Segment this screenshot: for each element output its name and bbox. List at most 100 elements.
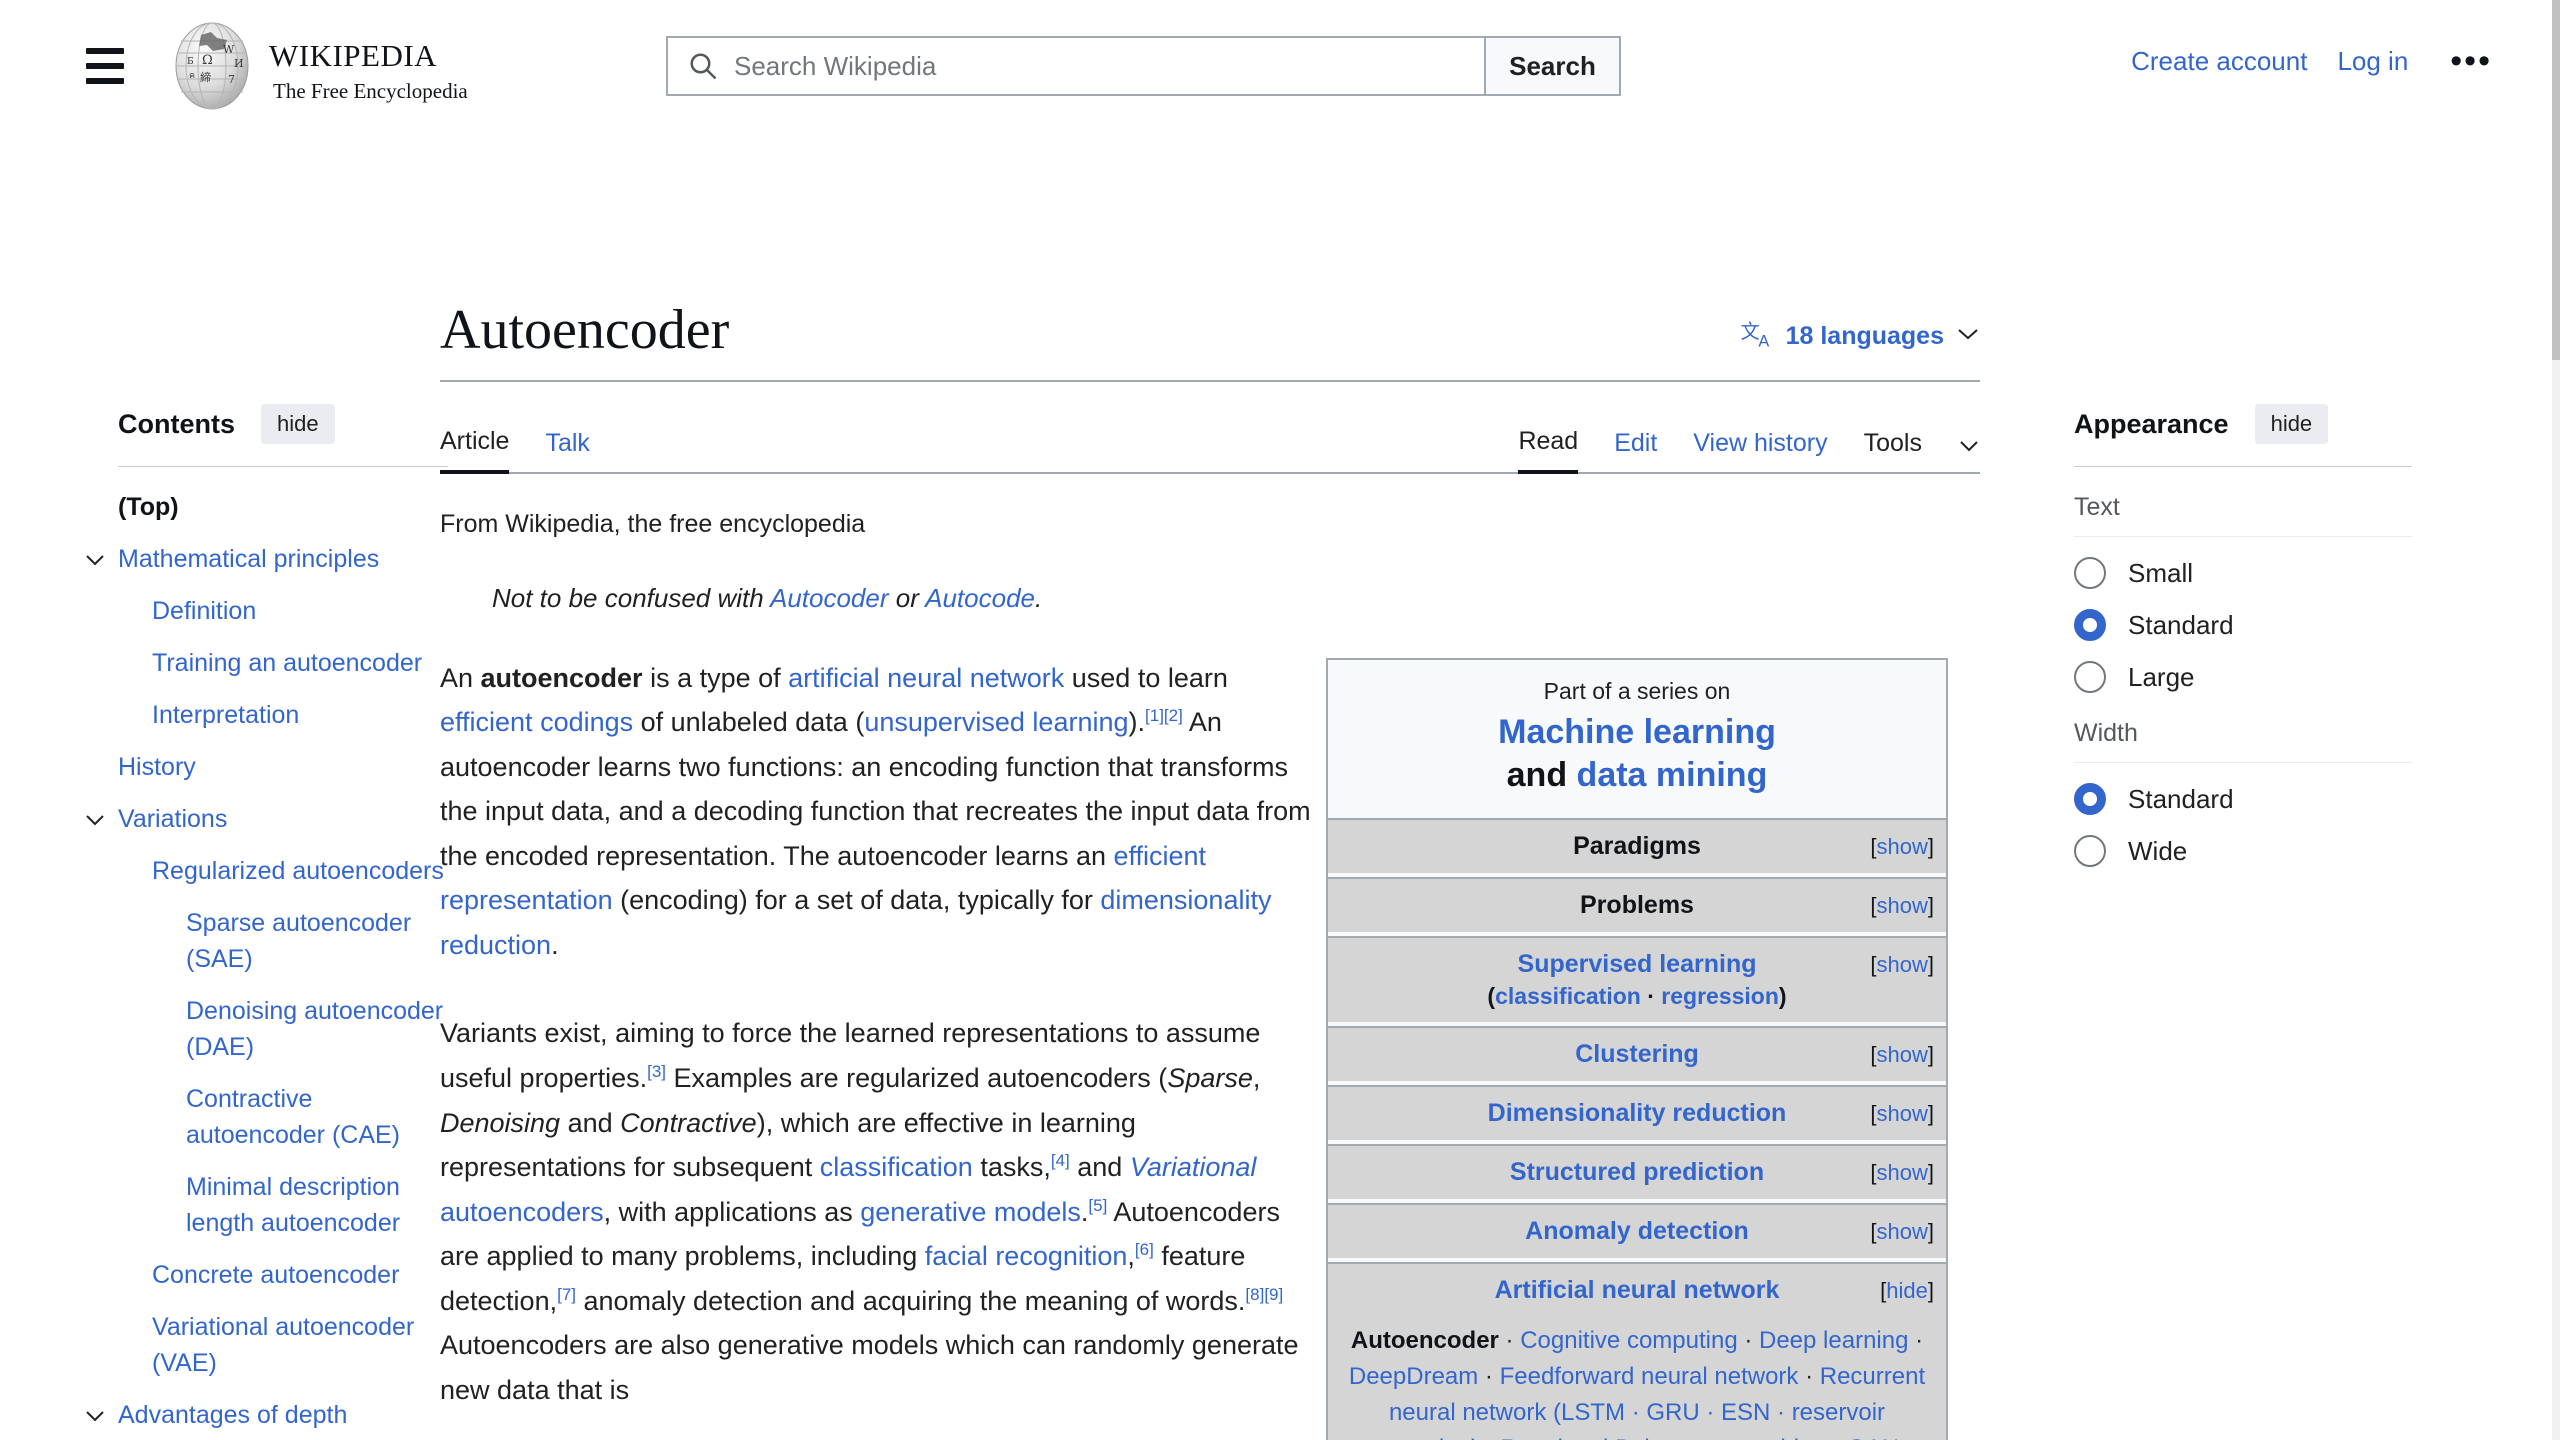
infobox-toggle-clustering[interactable]: [show] [1870, 1042, 1934, 1068]
toc-item-interpretation[interactable]: Interpretation [152, 697, 458, 733]
radio-width-wide[interactable]: Wide [2074, 835, 2400, 867]
toc-item-mathematical-principles[interactable]: Mathematical principles [86, 541, 458, 577]
toc-item-label[interactable]: Definition [152, 593, 256, 629]
ref-6[interactable]: [6] [1135, 1240, 1154, 1259]
toc-item-regularized-autoencoders[interactable]: Regularized autoencoders [152, 853, 458, 889]
toc-item-variational-autoencoder-vae[interactable]: Variational autoencoder (VAE) [152, 1309, 458, 1381]
toc-item-label[interactable]: Variations [118, 801, 227, 837]
ann-link-gan[interactable]: GAN [1847, 1435, 1899, 1440]
tab-talk[interactable]: Talk [545, 429, 589, 472]
toc-item-label[interactable]: Concrete autoencoder [152, 1257, 399, 1293]
ref-7[interactable]: [7] [557, 1285, 576, 1304]
ref-3[interactable]: [3] [647, 1062, 666, 1081]
infobox-title-data-mining[interactable]: data mining [1577, 756, 1768, 794]
ref-5[interactable]: [5] [1088, 1196, 1107, 1215]
toc-item-history[interactable]: History [118, 749, 458, 785]
toc-item-label[interactable]: Interpretation [152, 697, 299, 733]
scrollbar-thumb[interactable] [2552, 0, 2560, 360]
toc-item-label[interactable]: Variational autoencoder (VAE) [152, 1309, 458, 1381]
search-field[interactable] [666, 36, 1486, 96]
language-selector[interactable]: 文 A 18 languages [1740, 319, 1980, 354]
infobox-row-label[interactable]: Dimensionality reduction [1338, 1099, 1936, 1128]
link-unsupervised-learning[interactable]: unsupervised learning [864, 707, 1128, 737]
chevron-down-icon[interactable] [84, 801, 118, 837]
infobox-toggle-artificial-neural-network[interactable]: [hide] [1880, 1278, 1934, 1304]
toc-item-label[interactable]: Regularized autoencoders [152, 853, 444, 889]
infobox-sublink-classification[interactable]: classification [1495, 983, 1641, 1009]
link-efficient-codings[interactable]: efficient codings [440, 707, 633, 737]
tab-article[interactable]: Article [440, 427, 510, 474]
infobox-toggle-structured-prediction[interactable]: [show] [1870, 1160, 1934, 1186]
radio-button[interactable] [2074, 835, 2106, 867]
toc-hide-button[interactable]: hide [261, 404, 335, 444]
hatnote-link-autocoder[interactable]: Autocoder [770, 583, 889, 613]
chevron-down-icon[interactable] [84, 541, 118, 577]
ref-4[interactable]: [4] [1051, 1151, 1070, 1170]
toc-item-label[interactable]: Training an autoencoder [152, 645, 422, 681]
chevron-down-icon[interactable] [1958, 439, 1980, 472]
toc-item-contractive-autoencoder-cae[interactable]: Contractive autoencoder (CAE) [186, 1081, 458, 1153]
tab-tools[interactable]: Tools [1864, 429, 1922, 472]
infobox-row-label[interactable]: Supervised learning (classification · reg… [1338, 950, 1936, 1010]
link-classification[interactable]: classification [820, 1152, 973, 1182]
log-in-link[interactable]: Log in [2337, 46, 2408, 77]
radio-width-standard[interactable]: Standard [2074, 783, 2400, 815]
infobox-toggle-supervised-learning[interactable]: [show] [1870, 952, 1934, 978]
search-input[interactable] [732, 49, 1432, 83]
infobox-row-label[interactable]: Structured prediction [1338, 1158, 1936, 1187]
ann-link-cognitive-computing[interactable]: Cognitive computing [1520, 1327, 1737, 1354]
create-account-link[interactable]: Create account [2131, 46, 2307, 77]
toc-item-label[interactable]: (Top) [118, 489, 179, 525]
toc-item-definition[interactable]: Definition [152, 593, 458, 629]
search-button[interactable]: Search [1486, 36, 1621, 96]
toc-item-label[interactable]: Minimal description length autoencoder [186, 1169, 458, 1241]
toc-item-top[interactable]: (Top) [118, 489, 458, 525]
infobox-toggle-anomaly-detection[interactable]: [show] [1870, 1219, 1934, 1245]
infobox-toggle-dimensionality-reduction[interactable]: [show] [1870, 1101, 1934, 1127]
hatnote-link-autocode[interactable]: Autocode [925, 583, 1035, 613]
radio-button[interactable] [2074, 609, 2106, 641]
radio-text-large[interactable]: Large [2074, 661, 2400, 693]
tab-edit[interactable]: Edit [1614, 429, 1657, 472]
radio-button[interactable] [2074, 783, 2106, 815]
tab-read[interactable]: Read [1518, 427, 1579, 474]
radio-text-small[interactable]: Small [2074, 557, 2400, 589]
infobox-row-label[interactable]: Clustering [1338, 1040, 1936, 1069]
ann-link-restricted-boltzmann-machine[interactable]: Restricted Boltzmann machine [1500, 1435, 1825, 1440]
infobox-row-label[interactable]: Artificial neural network [1338, 1276, 1936, 1305]
link-efficient-representation[interactable]: efficient representation [440, 841, 1206, 916]
hamburger-icon[interactable] [72, 33, 138, 99]
tab-view-history[interactable]: View history [1693, 429, 1827, 472]
toc-item-minimal-description-length-autoencoder[interactable]: Minimal description length autoencoder [186, 1169, 458, 1241]
toc-item-concrete-autoencoder[interactable]: Concrete autoencoder [152, 1257, 458, 1293]
toc-item-sparse-autoencoder-sae[interactable]: Sparse autoencoder (SAE) [186, 905, 458, 977]
toc-item-training-an-autoencoder[interactable]: Training an autoencoder [152, 645, 458, 681]
more-options-icon[interactable]: ••• [2450, 44, 2492, 78]
link-generative-models[interactable]: generative models [860, 1197, 1081, 1227]
chevron-down-icon[interactable] [84, 1397, 118, 1433]
ref-8-9[interactable]: [8][9] [1245, 1285, 1283, 1304]
toc-item-label[interactable]: Contractive autoencoder (CAE) [186, 1081, 458, 1153]
infobox-row-label[interactable]: Anomaly detection [1338, 1217, 1936, 1246]
ref-1-2[interactable]: [1][2] [1145, 706, 1183, 725]
toc-item-advantages-of-depth[interactable]: Advantages of depth [86, 1397, 458, 1433]
toc-item-label[interactable]: History [118, 749, 196, 785]
infobox-title-machine-learning[interactable]: Machine learning [1498, 713, 1776, 751]
link-artificial-neural-network[interactable]: artificial neural network [788, 663, 1064, 693]
page-scrollbar[interactable] [2552, 0, 2560, 1440]
toc-item-label[interactable]: Advantages of depth [118, 1397, 347, 1433]
toc-item-label[interactable]: Denoising autoencoder (DAE) [186, 993, 458, 1065]
ann-link-deepdream[interactable]: DeepDream [1349, 1363, 1478, 1390]
ann-link-deep-learning[interactable]: Deep learning [1759, 1327, 1908, 1354]
toc-item-label[interactable]: Mathematical principles [118, 541, 379, 577]
radio-button[interactable] [2074, 557, 2106, 589]
toc-item-denoising-autoencoder-dae[interactable]: Denoising autoencoder (DAE) [186, 993, 458, 1065]
infobox-toggle-paradigms[interactable]: [show] [1870, 834, 1934, 860]
infobox-toggle-problems[interactable]: [show] [1870, 893, 1934, 919]
link-facial-recognition[interactable]: facial recognition [925, 1241, 1128, 1271]
infobox-sublink-regression[interactable]: regression [1661, 983, 1779, 1009]
toc-item-variations[interactable]: Variations [86, 801, 458, 837]
appearance-hide-button[interactable]: hide [2254, 404, 2329, 444]
toc-item-label[interactable]: Sparse autoencoder (SAE) [186, 905, 458, 977]
ann-link-feedforward-neural-network[interactable]: Feedforward neural network [1500, 1363, 1799, 1390]
